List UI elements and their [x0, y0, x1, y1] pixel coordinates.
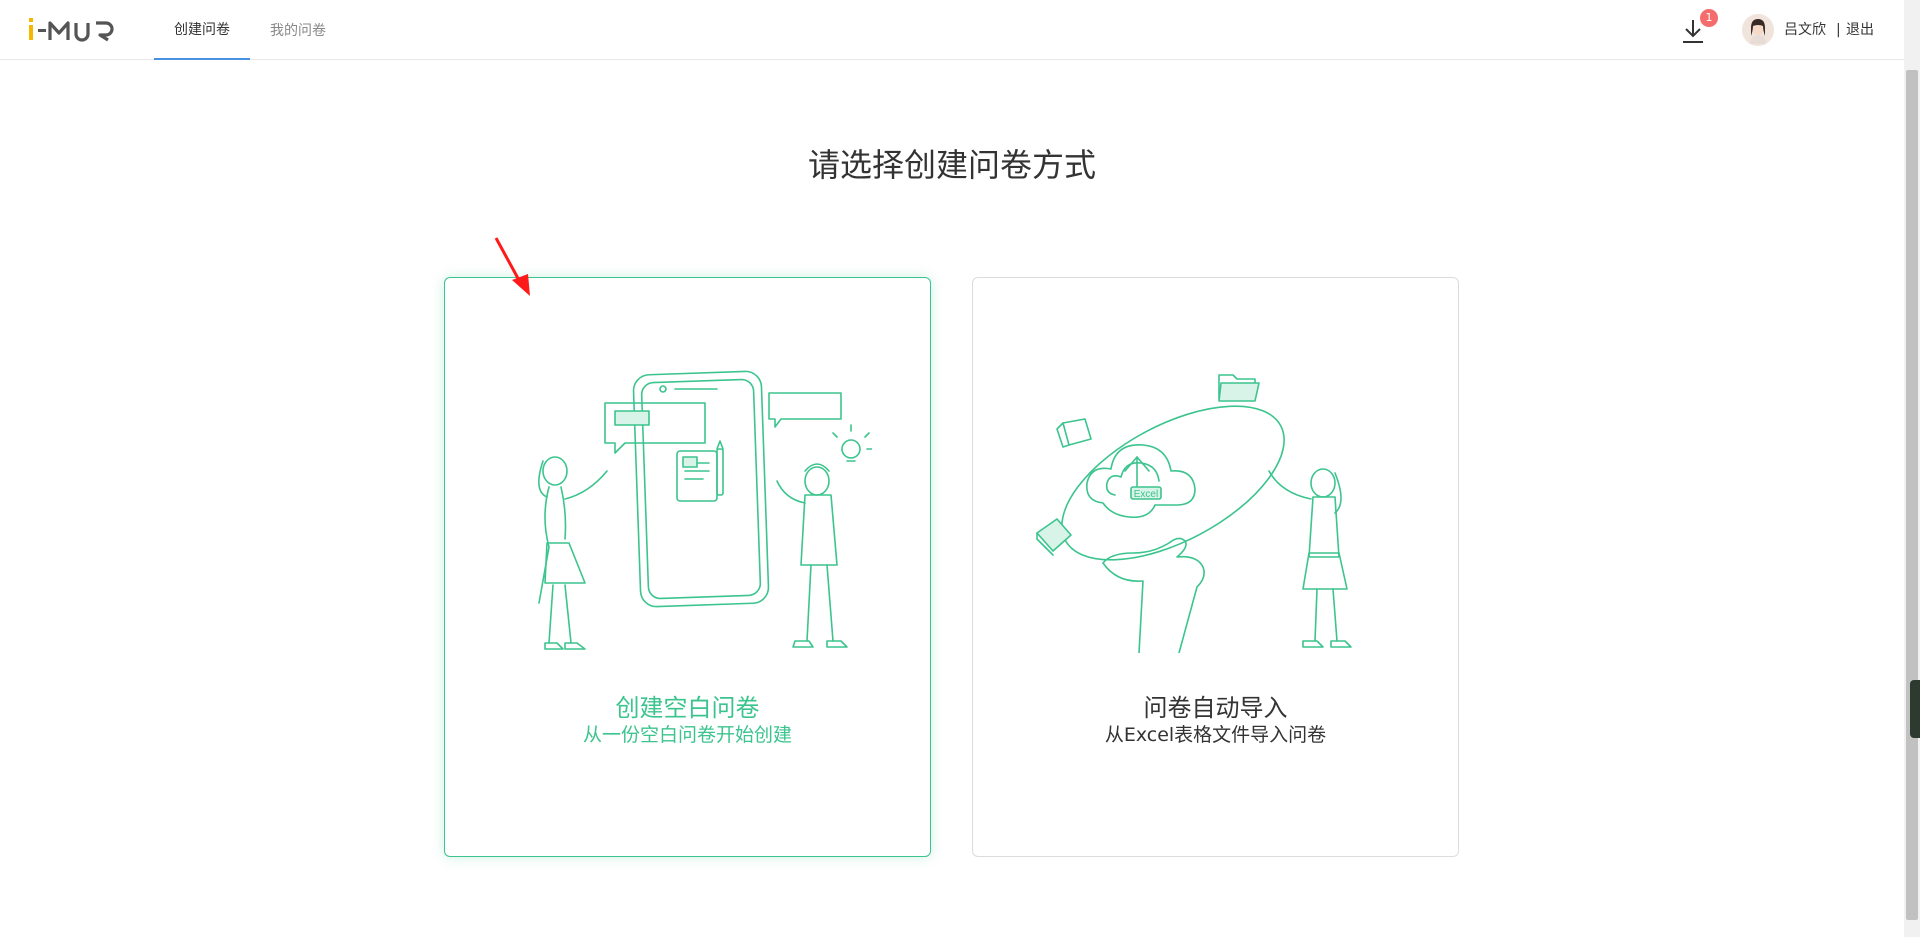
card-title: 问卷自动导入	[1143, 694, 1288, 722]
user-avatar[interactable]	[1742, 14, 1774, 46]
red-pointer-arrow-icon	[494, 237, 530, 296]
cloud-upload-illustration-icon: Excel	[1036, 374, 1352, 653]
top-header: 创建问卷 我的问卷 1 吕文欣 | 退出	[0, 0, 1904, 60]
logout-link[interactable]: 退出	[1846, 20, 1874, 40]
card-subtitle: 从一份空白问卷开始创建	[582, 724, 792, 746]
header-separator: |	[1836, 22, 1841, 38]
import-survey-card[interactable]: Excel 问卷自动导入 从Excel表格文件导入问卷	[972, 277, 1459, 857]
scrollbar-thumb[interactable]	[1906, 70, 1918, 920]
card-title: 创建空白问卷	[615, 694, 760, 722]
page-title: 请选择创建问卷方式	[807, 146, 1096, 184]
excel-label: Excel	[1134, 489, 1158, 500]
logo-mark	[29, 18, 114, 42]
user-name: 吕文欣	[1784, 22, 1826, 38]
page: 创建问卷 我的问卷 1 吕文欣 | 退出 请选择创建问卷方式 创建空白问卷 从一…	[0, 0, 1920, 937]
download-count-badge: 1	[1700, 9, 1718, 27]
phone-chat-illustration-icon	[538, 370, 872, 650]
avatar-portrait-icon	[1742, 14, 1774, 46]
tab-my-surveys[interactable]: 我的问卷	[250, 0, 346, 60]
imur-logo[interactable]	[26, 14, 122, 44]
side-widget-tab[interactable]	[1910, 680, 1920, 738]
create-blank-survey-card[interactable]: 创建空白问卷 从一份空白问卷开始创建	[444, 277, 931, 857]
tab-create-survey[interactable]: 创建问卷	[154, 0, 250, 60]
card-subtitle: 从Excel表格文件导入问卷	[1104, 724, 1327, 746]
